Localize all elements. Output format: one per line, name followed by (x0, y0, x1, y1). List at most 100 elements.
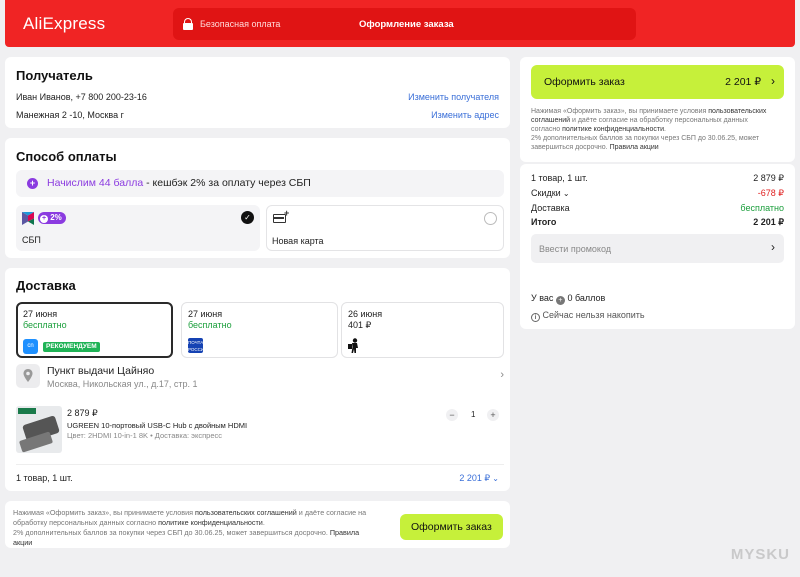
points-label: У вас (531, 293, 554, 303)
rules-link[interactable]: акции (13, 538, 32, 547)
promo-placeholder: Ввести промокод (539, 244, 612, 254)
payment-option-new-card[interactable]: + Новая карта (266, 205, 504, 251)
card-plus-mark: + (284, 208, 290, 218)
chevron-down-icon: ⌄ (490, 474, 499, 483)
change-recipient-link[interactable]: Изменить получателя (408, 92, 499, 102)
agree-text: обработку персональных данных согласно (13, 518, 159, 527)
points-coin-icon: + (555, 296, 565, 305)
divider (16, 464, 504, 465)
bonus-note: завершиться досрочно. (531, 144, 610, 151)
delivery-option-1[interactable]: 27 июня бесплатно cn РЕКОМЕНДУЕМ (16, 302, 173, 358)
delivery-label: Доставка (531, 203, 570, 213)
watermark: MYSKU (730, 546, 790, 563)
chevron-right-icon: › (771, 74, 775, 88)
sidebar-agreement: Нажимая «Оформить заказ», вы принимаете … (531, 107, 786, 152)
delivery-price: бесплатно (23, 320, 67, 330)
qty-minus-button[interactable]: − (446, 409, 458, 421)
agree-text: . (262, 518, 265, 527)
secure-payment-label: Безопасная оплата (200, 19, 281, 29)
delivery-option-2[interactable]: 27 июня бесплатно ПОЧТА РОССИИ (181, 302, 338, 358)
product-name[interactable]: UGREEN 10-портовый USB-C Hub с двойным H… (67, 421, 247, 430)
agree-text: и даёте согласие на (296, 508, 367, 517)
place-order-label: Оформить заказ (544, 76, 625, 88)
cannot-accumulate-row: i Сейчас нельзя накопить (531, 310, 645, 322)
delivery-summary-value: 2 201 ₽ (459, 473, 491, 483)
secure-payment-bar: Безопасная оплата Оформление заказа (173, 8, 636, 40)
cannot-accumulate-text: Сейчас нельзя накопить (542, 310, 645, 320)
cashback-rest: - кешбэк 2% за оплату через СБП (143, 177, 311, 189)
bottom-checkout-card: Нажимая «Оформить заказ», вы принимаете … (5, 501, 510, 548)
bottom-checkout-button[interactable]: Оформить заказ (400, 514, 503, 540)
badge-plus-icon: + (40, 215, 48, 223)
qty-value[interactable]: 1 (471, 410, 475, 419)
recipient-address: Манежная 2 -10, Москва г (16, 110, 124, 120)
order-summary-card: Оформить заказ 2 201 ₽ › Нажимая «Оформи… (520, 57, 795, 162)
delivery-date: 27 июня (23, 309, 58, 319)
recipient-title: Получатель (16, 68, 93, 83)
delivery-date: 26 июня (348, 309, 383, 319)
bonus-note: 2% дополнительных баллов за покупки чере… (13, 528, 328, 537)
payment-option-sbp[interactable]: + 2% СБП ✓ (16, 205, 260, 251)
agree-text: согласно (531, 126, 563, 133)
rules-link[interactable]: Правила акции (610, 144, 659, 151)
pickup-address: Москва, Никольская ул., д.17, стр. 1 (47, 379, 198, 389)
privacy-link[interactable]: политике конфиденциальности (158, 518, 263, 527)
product-row: 2 879 ₽ UGREEN 10-портовый USB-C Hub с д… (16, 406, 504, 458)
product-meta: Цвет: 2HDMI 10-in-1 8K • Доставка: экспр… (67, 431, 223, 440)
page-title: Оформление заказа (359, 19, 454, 30)
chevron-down-icon: ⌄ (560, 189, 570, 198)
plus-circle-icon: + (27, 178, 38, 189)
delivery-title: Доставка (16, 278, 76, 293)
pickup-title: Пункт выдачи Цайняо (47, 365, 155, 377)
delivery-date: 27 июня (188, 309, 223, 319)
qty-plus-button[interactable]: + (487, 409, 499, 421)
discounts-label: Скидки (531, 188, 561, 198)
info-icon[interactable]: i (531, 313, 540, 322)
terms-link[interactable]: пользовательских соглашений (195, 508, 297, 517)
top-header: AliExpress Безопасная оплата Оформление … (5, 0, 795, 47)
points-value: 0 баллов (567, 293, 606, 303)
place-order-button[interactable]: Оформить заказ 2 201 ₽ › (531, 65, 784, 99)
pickup-point-row[interactable]: Пункт выдачи Цайняо Москва, Никольская у… (16, 364, 504, 394)
recipient-name-phone: Иван Иванов, +7 800 200-23-16 (16, 92, 147, 102)
bonus-note: 2% дополнительных баллов за покупки чере… (531, 135, 760, 142)
delivery-option-3[interactable]: 26 июня 401 ₽ (341, 302, 504, 358)
totals-card: 1 товар, 1 шт. 2 879 ₽ Скидки ⌄ -678 ₽ Д… (520, 164, 795, 329)
rules-link[interactable]: Правила (330, 528, 359, 537)
promo-code-field[interactable]: Ввести промокод › (531, 234, 784, 263)
selected-check-icon: ✓ (241, 211, 254, 224)
delivery-summary-total[interactable]: 2 201 ₽ ⌄ (459, 473, 499, 484)
privacy-link[interactable]: политике конфиденциальности (562, 126, 664, 133)
terms-link[interactable]: соглашений (531, 117, 570, 124)
payment-card: Способ оплаты + Начислим 44 балла - кешб… (5, 138, 510, 258)
delivery-price: бесплатно (188, 320, 232, 330)
items-value: 2 879 ₽ (753, 173, 784, 183)
payment-title: Способ оплаты (16, 149, 117, 164)
terms-link[interactable]: пользовательских (708, 108, 766, 115)
total-value: 2 201 ₽ (753, 217, 784, 227)
sbp-badge-label: 2% (50, 213, 62, 222)
delivery-price: 401 ₽ (348, 320, 372, 330)
agree-text: . (664, 126, 666, 133)
courier-icon (348, 338, 358, 353)
product-image[interactable] (16, 406, 62, 453)
agree-text: и даёте согласие на обработку персональн… (570, 117, 748, 124)
items-label: 1 товар, 1 шт. (531, 173, 588, 183)
radio-unselected[interactable] (484, 212, 497, 225)
discounts-value: -678 ₽ (757, 188, 784, 198)
checkout-button-label: Оформить заказ (411, 521, 492, 533)
discounts-toggle[interactable]: Скидки ⌄ (531, 188, 570, 198)
new-card-label: Новая карта (272, 236, 324, 246)
cashback-text: Начислим 44 балла - кешбэк 2% за оплату … (47, 177, 311, 189)
aliexpress-logo[interactable]: AliExpress (23, 14, 105, 34)
total-label: Итого (531, 217, 557, 227)
place-order-total: 2 201 ₽ (725, 76, 761, 88)
delivery-card: Доставка 27 июня бесплатно cn РЕКОМЕНДУЕ… (5, 268, 510, 491)
lock-icon (183, 18, 193, 30)
agree-text: Нажимая «Оформить заказ», вы принимаете … (531, 108, 709, 115)
delivery-value: бесплатно (740, 203, 784, 213)
sbp-logo-icon (22, 212, 34, 225)
change-address-link[interactable]: Изменить адрес (431, 110, 499, 120)
cashback-banner: + Начислим 44 балла - кешбэк 2% за оплат… (16, 170, 504, 197)
cainiao-logo-icon: cn (23, 339, 38, 354)
